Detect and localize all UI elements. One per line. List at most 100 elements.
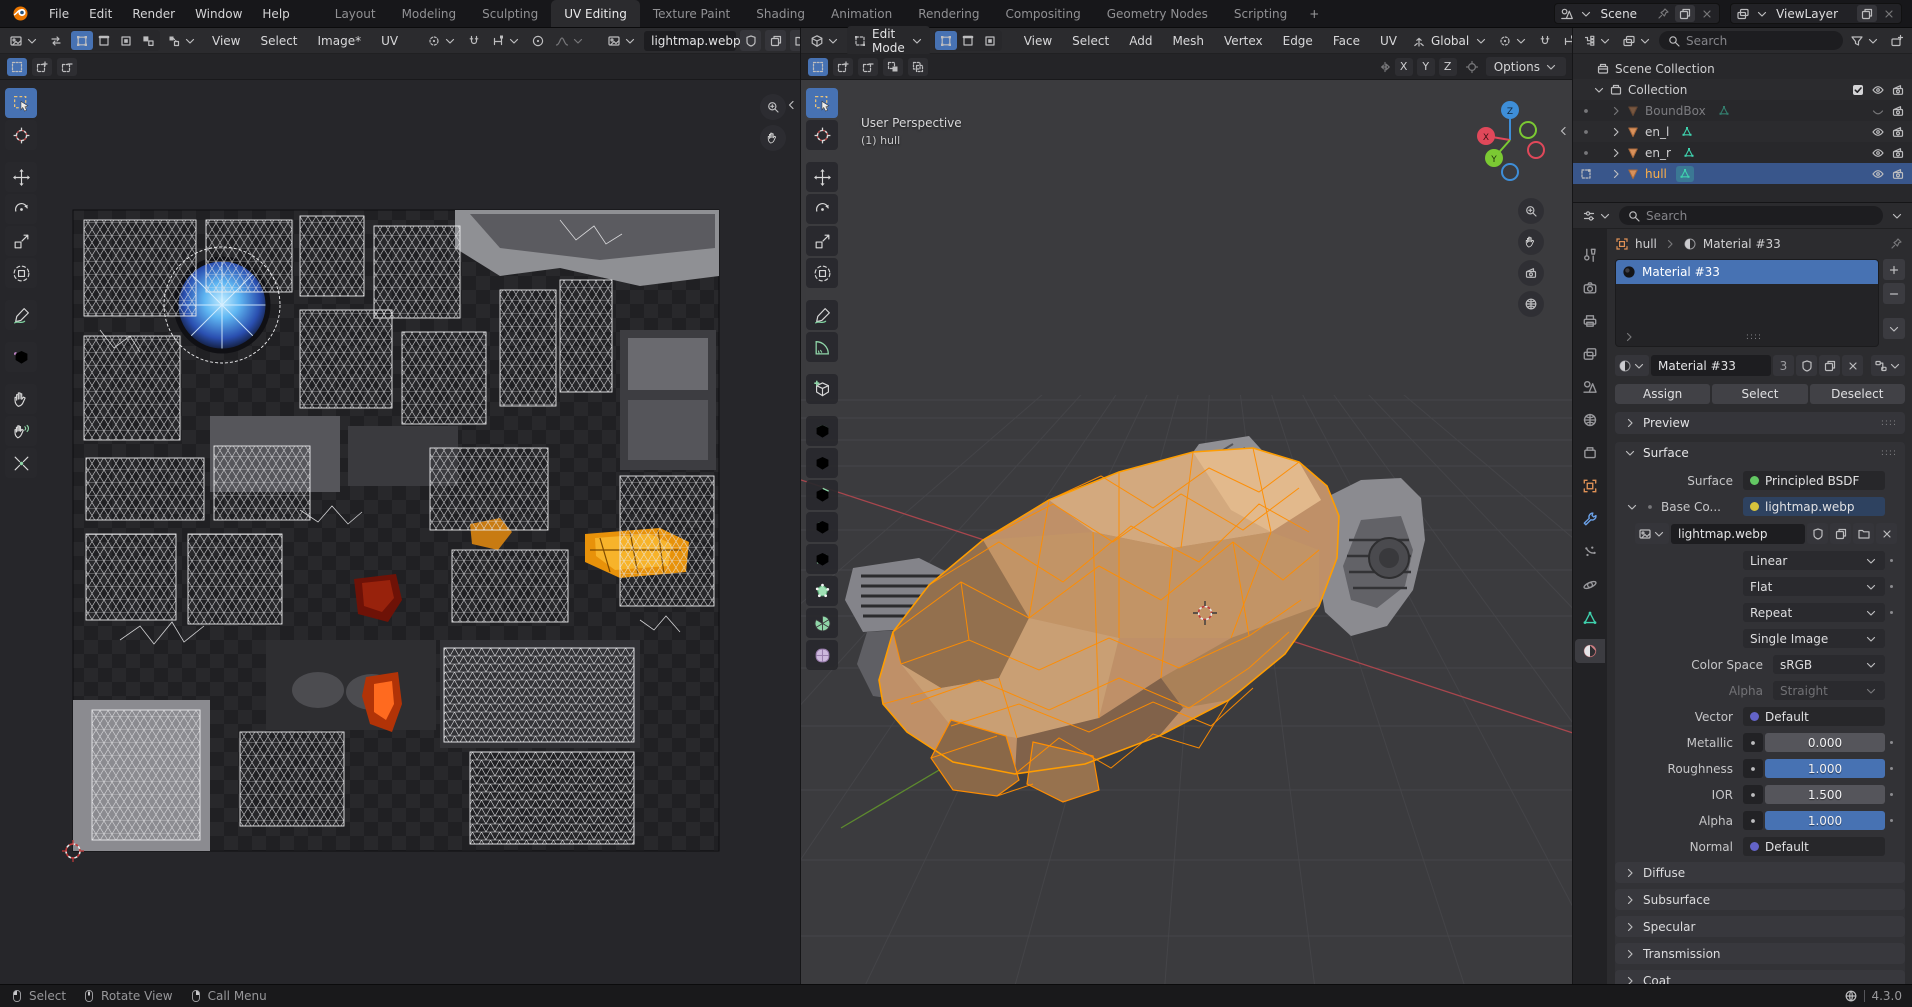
eye-closed-icon[interactable]	[1871, 104, 1885, 118]
vp-menu-face[interactable]: Face	[1325, 31, 1368, 51]
tab-object-data[interactable]	[1575, 606, 1605, 630]
source-dropdown[interactable]: Single Image	[1743, 629, 1885, 648]
list-grip-icon[interactable]	[1622, 330, 1636, 344]
uv-editor-type-button[interactable]	[6, 32, 42, 50]
uv-tool-annotate[interactable]	[5, 300, 37, 330]
vp-menu-edge[interactable]: Edge	[1275, 31, 1321, 51]
material-slot-active[interactable]: Material #33	[1616, 260, 1878, 284]
outliner-row-scene-collection[interactable]: Scene Collection	[1573, 58, 1912, 79]
viewport-canvas[interactable]: User Perspective (1) hull g fill="none" …	[801, 80, 1572, 984]
tab-animation[interactable]: Animation	[818, 0, 905, 27]
projection-dropdown[interactable]: Flat	[1743, 577, 1885, 596]
select-button[interactable]: Select	[1712, 384, 1807, 404]
vp-perspective-toggle-button[interactable]	[1518, 291, 1544, 317]
add-slot-button[interactable]	[1883, 259, 1905, 280]
section-diffuse[interactable]: Diffuse	[1615, 862, 1905, 883]
breadcrumb-object[interactable]: hull	[1635, 237, 1657, 251]
camera-restrict-icon[interactable]	[1891, 104, 1905, 118]
slot-specials-dropdown[interactable]	[1883, 318, 1905, 339]
surface-section-header[interactable]: Surface ::::	[1615, 442, 1905, 464]
mirror-x-button[interactable]: X	[1395, 58, 1413, 76]
snap-toggle[interactable]	[1535, 32, 1555, 50]
menu-file[interactable]: File	[39, 0, 79, 27]
vp-select-extend-button[interactable]	[833, 58, 853, 76]
options-dropdown[interactable]: Options	[1486, 57, 1566, 76]
camera-restrict-icon[interactable]	[1891, 125, 1905, 139]
uv-tool-scale[interactable]	[5, 226, 37, 256]
image-fake-user-button[interactable]	[1807, 523, 1828, 544]
properties-filter-dropdown[interactable]	[1887, 207, 1907, 225]
interpolation-dropdown[interactable]: Linear	[1743, 551, 1885, 570]
vp-tool-bevel[interactable]: g fill="none" stroke="#d8d8d8" stroke-wi…	[806, 480, 838, 510]
uv-zoom-button[interactable]	[760, 94, 786, 120]
disclosure-open-icon[interactable]	[1625, 500, 1639, 514]
tab-rendering[interactable]: Rendering	[905, 0, 992, 27]
material-slot-list[interactable]: Material #33 ::::	[1615, 259, 1879, 347]
uv-select-subtract-button[interactable]	[57, 58, 77, 76]
roughness-slider[interactable]: 1.000	[1765, 759, 1885, 778]
tab-render[interactable]	[1575, 276, 1605, 300]
vp-tool-annotate[interactable]	[806, 300, 838, 330]
vector-link-button[interactable]: Default	[1743, 707, 1885, 726]
socket-button[interactable]	[1743, 733, 1763, 752]
uv-tool-grab[interactable]	[5, 384, 37, 414]
collection-checkbox[interactable]	[1851, 83, 1865, 97]
material-name-field[interactable]: Material #33	[1651, 355, 1771, 376]
camera-restrict-icon[interactable]	[1891, 146, 1905, 160]
uv-menu-select[interactable]: Select	[252, 31, 305, 51]
socket-button[interactable]	[1743, 759, 1763, 778]
vp-menu-select[interactable]: Select	[1064, 31, 1117, 51]
material-users-button[interactable]: 3	[1773, 355, 1794, 376]
extension-dropdown[interactable]: Repeat	[1743, 603, 1885, 622]
tab-geometry-nodes[interactable]: Geometry Nodes	[1094, 0, 1221, 27]
disclosure-icon[interactable]	[1609, 167, 1623, 181]
outliner-display-mode-dropdown[interactable]	[1619, 32, 1655, 50]
vp-select-intersect-button[interactable]	[908, 58, 928, 76]
breadcrumb-material[interactable]: Material #33	[1703, 237, 1781, 251]
disclosure-open-icon[interactable]	[1592, 83, 1606, 97]
new-collection-button[interactable]	[1887, 32, 1907, 50]
add-workspace-button[interactable]: +	[1300, 0, 1328, 27]
ior-slider[interactable]: 1.500	[1765, 785, 1885, 804]
menu-edit[interactable]: Edit	[79, 0, 122, 27]
preview-section-header[interactable]: Preview ::::	[1615, 412, 1905, 434]
view-layer-copy-button[interactable]	[1857, 5, 1877, 22]
uv-proportional-falloff-dropdown[interactable]	[552, 32, 588, 50]
uv-sticky-selection-dropdown[interactable]	[164, 32, 200, 50]
uv-select-mode-face[interactable]	[115, 31, 137, 50]
uv-tool-move[interactable]	[5, 162, 37, 192]
vp-select-subtract-button[interactable]	[858, 58, 878, 76]
properties-search-input[interactable]: Search	[1619, 206, 1883, 225]
vp-tool-smooth[interactable]	[806, 640, 838, 670]
camera-restrict-icon[interactable]	[1891, 83, 1905, 97]
alpha-slider[interactable]: 1.000	[1765, 811, 1885, 830]
remove-slot-button[interactable]	[1883, 283, 1905, 304]
uv-canvas[interactable]: g fill="none" stroke="#d8d8d8" stroke-wi…	[0, 80, 800, 984]
uv-tool-transform[interactable]	[5, 258, 37, 288]
camera-restrict-icon[interactable]	[1891, 167, 1905, 181]
section-subsurface[interactable]: Subsurface	[1615, 889, 1905, 910]
metallic-slider[interactable]: 0.000	[1765, 733, 1885, 752]
vp-menu-add[interactable]: Add	[1121, 31, 1160, 51]
mirror-z-button[interactable]: Z	[1439, 58, 1457, 76]
tab-collection[interactable]	[1575, 441, 1605, 465]
vp-tool-knife[interactable]: g fill="none" stroke="#d8d8d8" stroke-wi…	[806, 544, 838, 574]
vp-menu-view[interactable]: View	[1016, 31, 1060, 51]
uv-image-fake-user-button[interactable]	[740, 30, 761, 51]
base-color-link-button[interactable]: lightmap.webp	[1743, 497, 1885, 516]
uv-sync-selection-toggle[interactable]	[46, 32, 66, 50]
view-layer-remove-icon[interactable]	[1882, 7, 1896, 21]
vp-menu-uv[interactable]: UV	[1372, 31, 1405, 51]
vp-tool-transform[interactable]	[806, 258, 838, 288]
uv-proportional-toggle[interactable]	[528, 32, 548, 50]
menu-render[interactable]: Render	[122, 0, 185, 27]
tab-particles[interactable]	[1575, 540, 1605, 564]
vp-zoom-button[interactable]	[1518, 198, 1544, 224]
blender-logo-icon[interactable]	[0, 0, 39, 27]
material-copy-button[interactable]	[1819, 355, 1840, 376]
outliner-row-boundbox[interactable]: BoundBox	[1573, 100, 1912, 121]
assign-button[interactable]: Assign	[1615, 384, 1710, 404]
vp-pan-button[interactable]	[1518, 229, 1544, 255]
surface-shader-button[interactable]: Principled BSDF	[1743, 471, 1885, 490]
fake-user-button[interactable]	[1796, 355, 1817, 376]
